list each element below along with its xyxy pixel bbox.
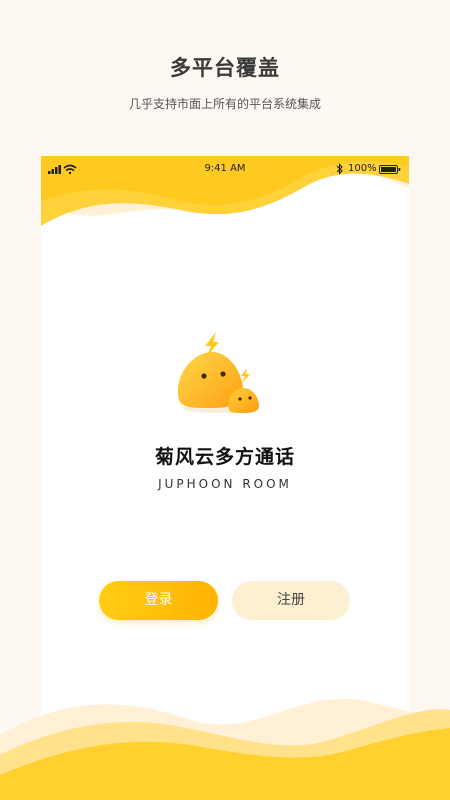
status-bar: 9:41 AM 100% (41, 156, 409, 182)
bottom-wave-decoration (0, 698, 450, 800)
app-name: 菊风云多方通话 (154, 446, 295, 468)
page-subtitle: 几乎支持市面上所有的平台系统集成 (128, 97, 321, 111)
bluetooth-icon (336, 163, 343, 175)
login-button[interactable]: 登录 (99, 581, 218, 620)
battery-percent: 100% (348, 163, 377, 174)
app-logo (177, 332, 259, 413)
register-button[interactable]: 注册 (232, 581, 350, 620)
page-title: 多平台覆盖 (170, 56, 280, 80)
app-name-en: JUPHOON ROOM (158, 477, 292, 491)
battery-icon (379, 165, 401, 174)
phone-mockup: 9:41 AM 100% 菊风云多方通话 JUPHOON ROOM 登录 注册 (41, 156, 409, 756)
